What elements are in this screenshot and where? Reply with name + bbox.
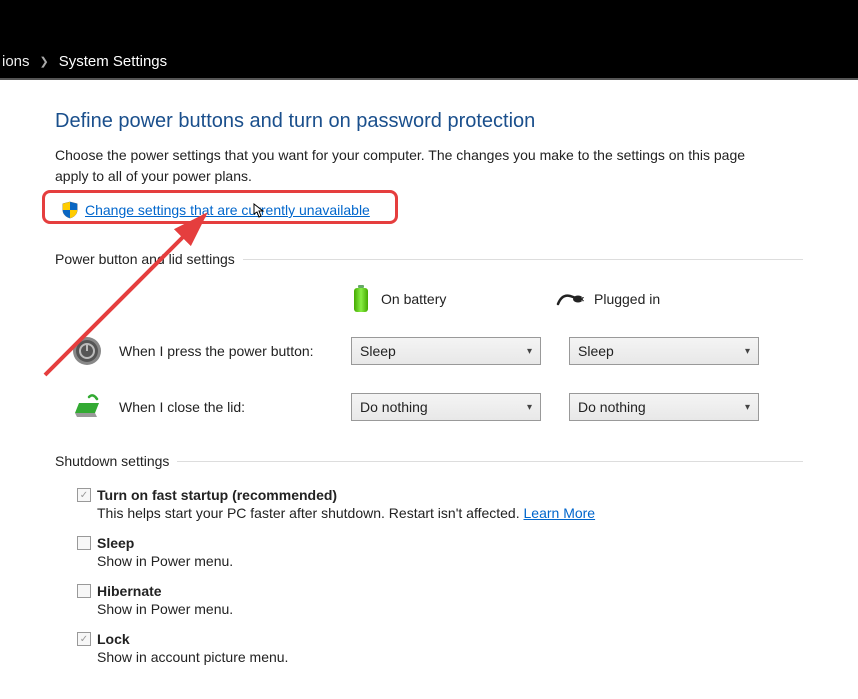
hibernate-desc: Show in Power menu. — [97, 601, 803, 617]
breadcrumb-current[interactable]: System Settings — [59, 53, 167, 70]
lock-desc: Show in account picture menu. — [97, 649, 803, 665]
close-lid-battery-dropdown[interactable]: Do nothing▾ — [351, 393, 541, 421]
chevron-down-icon: ▾ — [527, 346, 532, 357]
shutdown-sleep: Sleep Show in Power menu. — [77, 535, 803, 569]
fast-startup-desc: This helps start your PC faster after sh… — [97, 505, 803, 521]
shutdown-fast-startup: Turn on fast startup (recommended) This … — [77, 487, 803, 521]
chevron-down-icon: ▾ — [527, 402, 532, 413]
column-header-battery: On battery — [351, 285, 556, 313]
column-label-plugged: Plugged in — [594, 291, 660, 307]
column-header-plugged: Plugged in — [556, 290, 761, 308]
section-shutdown: Shutdown settings — [55, 453, 803, 469]
sleep-desc: Show in Power menu. — [97, 553, 803, 569]
shutdown-hibernate: Hibernate Show in Power menu. — [77, 583, 803, 617]
checkbox-lock[interactable] — [77, 632, 91, 646]
chevron-right-icon: ❯ — [40, 55, 49, 68]
close-lid-plugged-dropdown[interactable]: Do nothing▾ — [569, 393, 759, 421]
power-button-label: When I press the power button: — [119, 343, 337, 359]
breadcrumb: ions ❯ System Settings — [0, 53, 167, 70]
lock-label: Lock — [97, 631, 130, 647]
sleep-label: Sleep — [97, 535, 134, 551]
breadcrumb-prev[interactable]: ions — [2, 53, 30, 70]
lid-icon — [69, 389, 105, 425]
section-power-button-lid: Power button and lid settings — [55, 251, 803, 267]
power-button-icon — [69, 333, 105, 369]
fast-startup-label: Turn on fast startup (recommended) — [97, 487, 337, 503]
chevron-down-icon: ▾ — [745, 346, 750, 357]
column-label-battery: On battery — [381, 291, 446, 307]
change-settings-link[interactable]: Change settings that are currently unava… — [85, 202, 370, 218]
checkbox-fast-startup[interactable] — [77, 488, 91, 502]
page-title: Define power buttons and turn on passwor… — [55, 110, 803, 133]
row-close-lid: When I close the lid: Do nothing▾ Do not… — [55, 389, 803, 425]
page-description: Choose the power settings that you want … — [55, 145, 755, 187]
power-button-battery-dropdown[interactable]: Sleep▾ — [351, 337, 541, 365]
learn-more-link[interactable]: Learn More — [524, 505, 596, 521]
hibernate-label: Hibernate — [97, 583, 162, 599]
header-bar: ions ❯ System Settings — [0, 0, 858, 78]
checkbox-hibernate[interactable] — [77, 584, 91, 598]
plug-icon — [556, 290, 584, 308]
battery-icon — [351, 285, 371, 313]
row-power-button: When I press the power button: Sleep▾ Sl… — [55, 333, 803, 369]
shutdown-lock: Lock Show in account picture menu. — [77, 631, 803, 665]
chevron-down-icon: ▾ — [745, 402, 750, 413]
close-lid-label: When I close the lid: — [119, 399, 337, 415]
shield-icon — [61, 201, 79, 219]
power-button-plugged-dropdown[interactable]: Sleep▾ — [569, 337, 759, 365]
change-settings-link-wrap[interactable]: Change settings that are currently unava… — [55, 197, 376, 223]
checkbox-sleep[interactable] — [77, 536, 91, 550]
